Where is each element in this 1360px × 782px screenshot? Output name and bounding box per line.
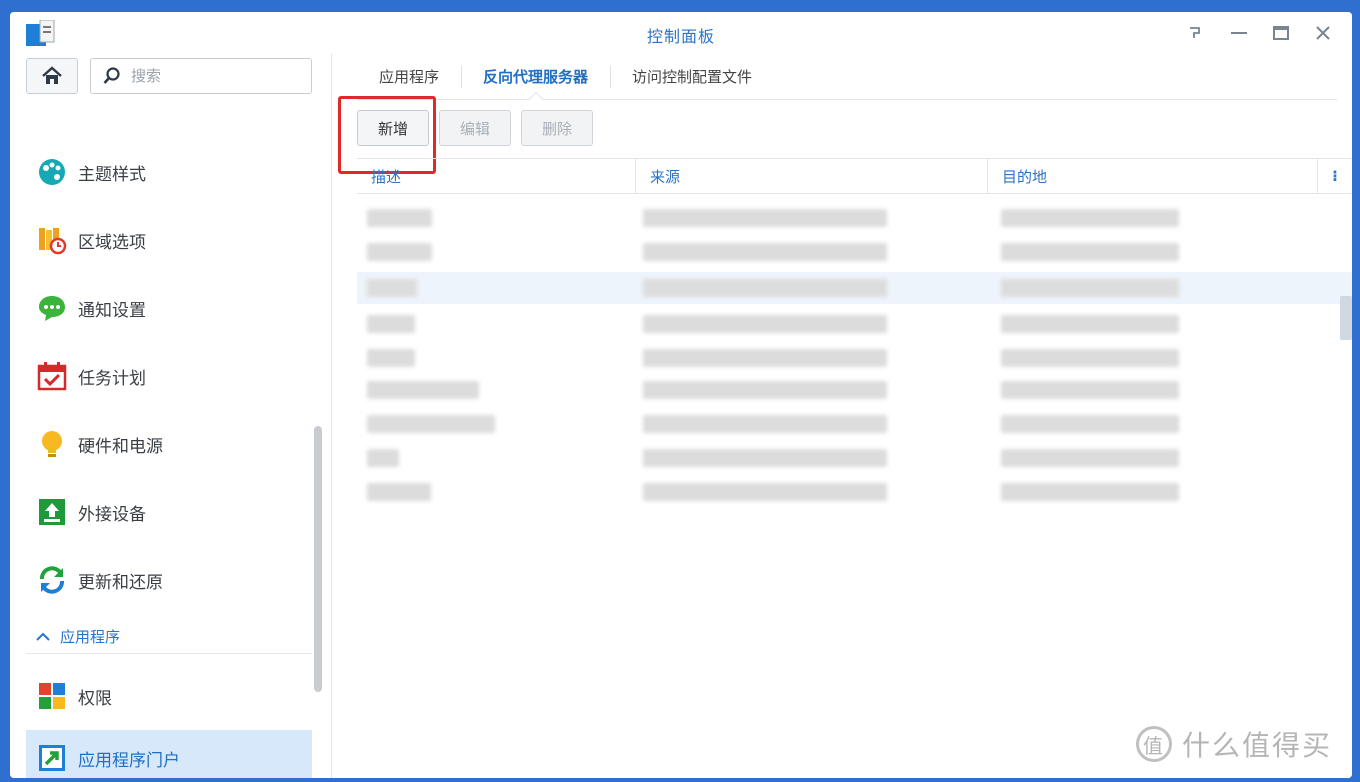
table-row[interactable] <box>357 408 1352 440</box>
watermark: 值 什么值得买 <box>1135 724 1332 764</box>
column-header-source[interactable]: 来源 <box>635 159 987 193</box>
table-header: 描述 来源 目的地 ⁝ <box>357 158 1352 194</box>
sidebar-item-label: 任务计划 <box>78 368 146 389</box>
toolbar: 新增 编辑 删除 <box>357 110 593 146</box>
calendar-check-icon <box>36 360 68 392</box>
sidebar-item-notification[interactable]: 通知设置 <box>26 280 312 336</box>
search-input[interactable] <box>131 67 291 85</box>
palette-icon <box>36 156 68 188</box>
column-header-description[interactable]: 描述 <box>357 159 635 193</box>
table-row[interactable] <box>357 442 1352 474</box>
table-row[interactable] <box>357 272 1352 304</box>
sidebar-item-external-devices[interactable]: 外接设备 <box>26 484 312 540</box>
sidebar-item-label: 更新和还原 <box>78 572 163 593</box>
app-portal-icon <box>36 742 68 774</box>
sidebar-item-label: 主题样式 <box>78 164 146 185</box>
table-row[interactable] <box>357 202 1352 234</box>
watermark-text: 什么值得买 <box>1181 729 1332 762</box>
chevron-up-icon <box>36 632 50 641</box>
sidebar-item-label: 应用程序门户 <box>78 750 180 771</box>
column-header-destination[interactable]: 目的地 <box>987 159 1317 193</box>
sidebar-item-app-portal[interactable]: 应用程序门户 <box>26 730 312 778</box>
close-icon[interactable] <box>1310 20 1336 46</box>
delete-button[interactable]: 删除 <box>521 110 593 146</box>
refresh-icon <box>36 564 68 596</box>
region-clock-icon <box>36 224 68 256</box>
search-field[interactable] <box>90 58 312 94</box>
sidebar-item-label: 硬件和电源 <box>78 436 163 457</box>
column-options-icon[interactable]: ⁝ <box>1317 159 1352 193</box>
sidebar-item-update-restore[interactable]: 更新和还原 <box>26 552 312 608</box>
table-scrollbar[interactable] <box>1340 296 1352 340</box>
permission-grid-icon <box>36 680 68 712</box>
title-bar: 控制面板 <box>10 12 1352 54</box>
edit-button[interactable]: 编辑 <box>439 110 511 146</box>
tab-bar: 应用程序 反向代理服务器 访问控制配置文件 <box>357 54 1337 100</box>
table-row[interactable] <box>357 476 1352 508</box>
create-button[interactable]: 新增 <box>357 110 429 146</box>
sidebar-scrollbar[interactable] <box>314 426 322 692</box>
sidebar-item-task-scheduler[interactable]: 任务计划 <box>26 348 312 404</box>
control-panel-window: 控制面板 搜索 主题样式 区域选项 通知设置 任务计划 硬件和电源 外接设备 更… <box>10 12 1352 778</box>
minimize-icon[interactable] <box>1226 20 1252 46</box>
chat-bubble-icon <box>36 292 68 324</box>
sidebar-section-label: 应用程序 <box>60 628 121 646</box>
sidebar-section-applications[interactable]: 应用程序 <box>26 620 312 654</box>
table-row[interactable] <box>357 236 1352 268</box>
table-row[interactable] <box>357 374 1352 406</box>
sidebar-item-label: 区域选项 <box>78 232 146 253</box>
sidebar: 主题样式 区域选项 <box>10 54 332 778</box>
sidebar-item-hardware-power[interactable]: 硬件和电源 <box>26 416 312 472</box>
sidebar-item-permissions[interactable]: 权限 <box>26 668 312 724</box>
table-row[interactable] <box>357 308 1352 340</box>
watermark-logo-icon: 值 <box>1135 726 1172 762</box>
sidebar-item-theme[interactable]: 主题样式 <box>26 144 312 200</box>
home-icon <box>42 66 62 84</box>
sidebar-item-label: 权限 <box>78 688 112 709</box>
tab-reverse-proxy[interactable]: 反向代理服务器 <box>461 54 610 99</box>
lightbulb-icon <box>36 428 68 460</box>
tab-access-control-profile[interactable]: 访问控制配置文件 <box>610 54 774 99</box>
window-title: 控制面板 <box>646 27 715 46</box>
table-row[interactable] <box>357 342 1352 374</box>
maximize-icon[interactable] <box>1268 20 1294 46</box>
home-button[interactable] <box>26 58 78 94</box>
main-panel: 应用程序 反向代理服务器 访问控制配置文件 新增 编辑 删除 描述 来源 目的地… <box>333 54 1352 778</box>
tab-applications[interactable]: 应用程序 <box>357 54 461 99</box>
help-icon[interactable] <box>1182 20 1208 46</box>
sidebar-item-region[interactable]: 区域选项 <box>26 212 312 268</box>
upload-icon <box>36 496 68 528</box>
sidebar-item-label: 外接设备 <box>78 504 146 525</box>
search-icon <box>103 67 120 84</box>
sidebar-item-label: 通知设置 <box>78 300 146 321</box>
